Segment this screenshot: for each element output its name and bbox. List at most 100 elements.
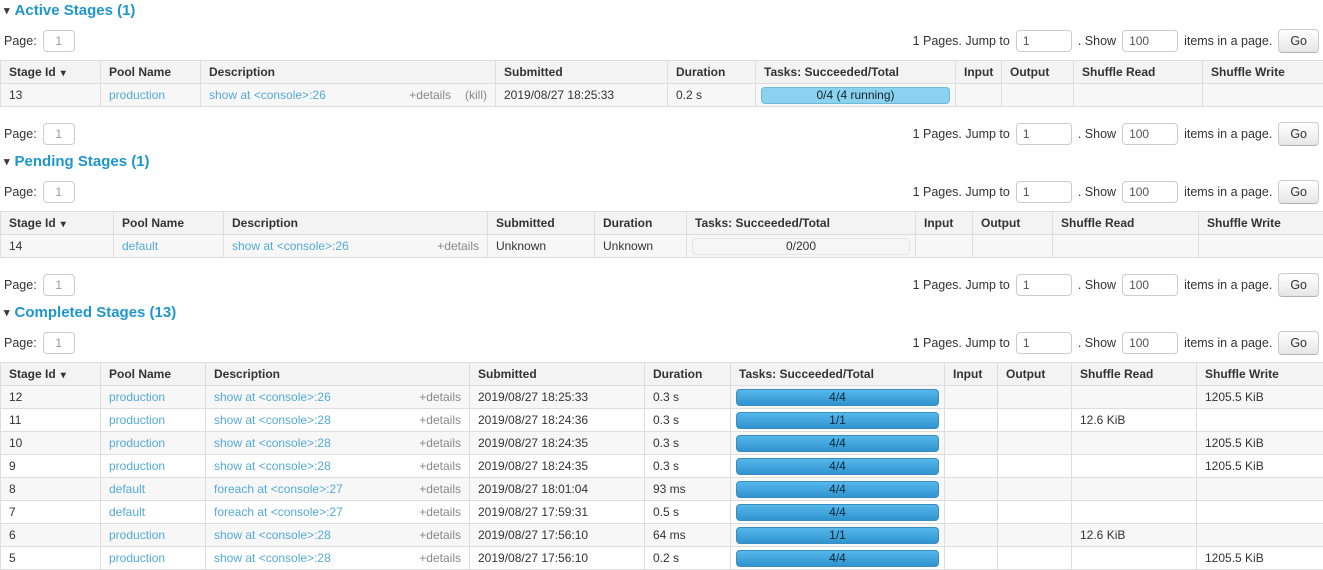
page-number-input[interactable] xyxy=(43,30,75,52)
items-per-page-label: items in a page. xyxy=(1184,127,1272,141)
column-header-tasks-succeeded-total[interactable]: Tasks: Succeeded/Total xyxy=(687,212,916,235)
column-header-stage-id[interactable]: Stage Id▾ xyxy=(1,212,114,235)
items-per-page-input[interactable] xyxy=(1122,181,1178,203)
details-toggle[interactable]: +details xyxy=(419,459,461,473)
pool-name-link[interactable]: default xyxy=(122,239,158,253)
details-toggle[interactable]: +details xyxy=(419,436,461,450)
items-per-page-input[interactable] xyxy=(1122,274,1178,296)
go-button[interactable]: Go xyxy=(1278,273,1319,297)
stage-description-link[interactable]: show at <console>:26 xyxy=(214,390,331,404)
submitted-cell: 2019/08/27 18:24:35 xyxy=(470,432,645,455)
task-progress-bar: 0/4 (4 running) xyxy=(761,87,950,104)
jump-to-page-input[interactable] xyxy=(1016,181,1072,203)
column-header-stage-id[interactable]: Stage Id▾ xyxy=(1,61,101,84)
column-header-duration[interactable]: Duration xyxy=(668,61,756,84)
column-header-submitted[interactable]: Submitted xyxy=(496,61,668,84)
column-header-stage-id[interactable]: Stage Id▾ xyxy=(1,363,101,386)
column-header-shuffle-read[interactable]: Shuffle Read xyxy=(1053,212,1199,235)
page-number-input[interactable] xyxy=(43,274,75,296)
details-toggle[interactable]: +details xyxy=(419,390,461,404)
column-header-output[interactable]: Output xyxy=(973,212,1053,235)
items-per-page-input[interactable] xyxy=(1122,332,1178,354)
go-button[interactable]: Go xyxy=(1278,331,1319,355)
column-header-pool-name[interactable]: Pool Name xyxy=(101,363,206,386)
stage-description-link[interactable]: foreach at <console>:27 xyxy=(214,482,343,496)
pagination-bar: Page:1 Pages. Jump to. Showitems in a pa… xyxy=(4,179,1319,205)
page-label: Page: xyxy=(4,127,37,141)
jump-to-page-input[interactable] xyxy=(1016,30,1072,52)
column-header-shuffle-write[interactable]: Shuffle Write xyxy=(1203,61,1323,84)
jump-to-page-input[interactable] xyxy=(1016,123,1072,145)
column-header-shuffle-write[interactable]: Shuffle Write xyxy=(1197,363,1323,386)
column-header-description[interactable]: Description xyxy=(201,61,496,84)
stage-description-link[interactable]: foreach at <console>:27 xyxy=(214,505,343,519)
pool-name-link[interactable]: production xyxy=(109,88,165,102)
stage-description-link[interactable]: show at <console>:28 xyxy=(214,551,331,565)
details-toggle[interactable]: +details xyxy=(419,551,461,565)
duration-cell: 0.2 s xyxy=(668,84,756,107)
details-toggle[interactable]: +details xyxy=(419,528,461,542)
column-header-shuffle-read[interactable]: Shuffle Read xyxy=(1074,61,1203,84)
section-title[interactable]: ▾Pending Stages (1) xyxy=(4,153,1323,170)
column-header-duration[interactable]: Duration xyxy=(595,212,687,235)
shuffle-write-cell: 1205.5 KiB xyxy=(1197,386,1323,409)
duration-cell: Unknown xyxy=(595,235,687,258)
stage-description-link[interactable]: show at <console>:28 xyxy=(214,459,331,473)
column-header-input[interactable]: Input xyxy=(916,212,973,235)
go-button[interactable]: Go xyxy=(1278,180,1319,204)
items-per-page-label: items in a page. xyxy=(1184,278,1272,292)
output-cell xyxy=(998,501,1072,524)
details-toggle[interactable]: +details xyxy=(419,482,461,496)
go-button[interactable]: Go xyxy=(1278,29,1319,53)
pool-name-link[interactable]: production xyxy=(109,390,165,404)
output-cell xyxy=(998,524,1072,547)
column-header-output[interactable]: Output xyxy=(998,363,1072,386)
column-header-pool-name[interactable]: Pool Name xyxy=(101,61,201,84)
column-header-description[interactable]: Description xyxy=(224,212,488,235)
column-header-input[interactable]: Input xyxy=(956,61,1002,84)
items-per-page-input[interactable] xyxy=(1122,30,1178,52)
jump-to-page-input[interactable] xyxy=(1016,332,1072,354)
column-header-pool-name[interactable]: Pool Name xyxy=(114,212,224,235)
column-header-tasks-succeeded-total[interactable]: Tasks: Succeeded/Total xyxy=(731,363,945,386)
pool-name-link[interactable]: production xyxy=(109,528,165,542)
page-number-input[interactable] xyxy=(43,181,75,203)
pages-count-text: 1 Pages. Jump to xyxy=(913,34,1010,48)
table-header-row: Stage Id▾Pool NameDescriptionSubmittedDu… xyxy=(1,363,1323,386)
stage-id-cell: 13 xyxy=(1,84,101,107)
stage-description-link[interactable]: show at <console>:26 xyxy=(232,239,349,253)
task-progress-bar: 4/4 xyxy=(736,435,939,452)
pool-name-link[interactable]: default xyxy=(109,505,145,519)
jump-to-page-input[interactable] xyxy=(1016,274,1072,296)
details-toggle[interactable]: +details xyxy=(437,239,479,253)
pool-name-link[interactable]: production xyxy=(109,459,165,473)
pool-name-link[interactable]: production xyxy=(109,413,165,427)
stage-description-link[interactable]: show at <console>:26 xyxy=(209,88,326,102)
details-toggle[interactable]: +details xyxy=(409,88,451,102)
stage-description-link[interactable]: show at <console>:28 xyxy=(214,413,331,427)
column-header-description[interactable]: Description xyxy=(206,363,470,386)
stages-table: Stage Id▾Pool NameDescriptionSubmittedDu… xyxy=(0,60,1323,107)
stage-description-link[interactable]: show at <console>:28 xyxy=(214,528,331,542)
column-header-output[interactable]: Output xyxy=(1002,61,1074,84)
go-button[interactable]: Go xyxy=(1278,122,1319,146)
column-header-tasks-succeeded-total[interactable]: Tasks: Succeeded/Total xyxy=(756,61,956,84)
section-title[interactable]: ▾Active Stages (1) xyxy=(4,2,1323,19)
column-header-submitted[interactable]: Submitted xyxy=(488,212,595,235)
page-number-input[interactable] xyxy=(43,332,75,354)
pool-name-link[interactable]: default xyxy=(109,482,145,496)
column-header-input[interactable]: Input xyxy=(945,363,998,386)
section-title[interactable]: ▾Completed Stages (13) xyxy=(4,304,1323,321)
column-header-duration[interactable]: Duration xyxy=(645,363,731,386)
details-toggle[interactable]: +details xyxy=(419,505,461,519)
pool-name-link[interactable]: production xyxy=(109,436,165,450)
pool-name-link[interactable]: production xyxy=(109,551,165,565)
kill-link[interactable]: (kill) xyxy=(465,88,487,102)
details-toggle[interactable]: +details xyxy=(419,413,461,427)
column-header-shuffle-read[interactable]: Shuffle Read xyxy=(1072,363,1197,386)
column-header-shuffle-write[interactable]: Shuffle Write xyxy=(1199,212,1323,235)
column-header-submitted[interactable]: Submitted xyxy=(470,363,645,386)
page-number-input[interactable] xyxy=(43,123,75,145)
stage-description-link[interactable]: show at <console>:28 xyxy=(214,436,331,450)
items-per-page-input[interactable] xyxy=(1122,123,1178,145)
